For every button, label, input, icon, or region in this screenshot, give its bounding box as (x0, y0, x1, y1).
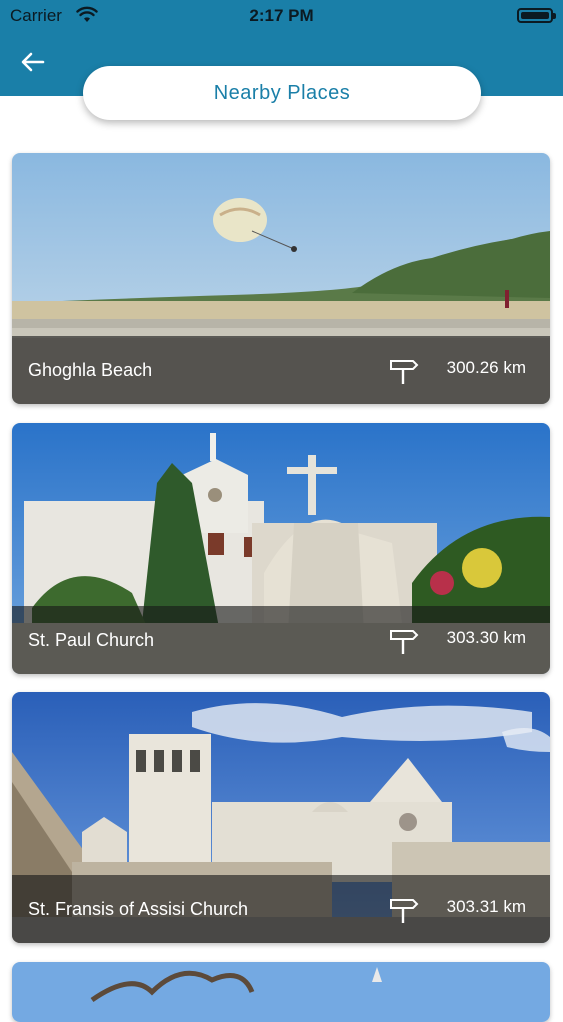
status-bar: Carrier 2:17 PM (0, 0, 563, 34)
place-card-st-paul-church[interactable]: St. Paul Church 303.30 km (12, 423, 550, 674)
back-arrow-icon (21, 52, 45, 72)
battery-icon (517, 8, 556, 23)
signpost-icon (390, 360, 419, 384)
page-title: Nearby Places (83, 66, 481, 120)
place-name: St. Fransis of Assisi Church (28, 899, 249, 919)
place-distance: 303.31 km (446, 897, 526, 916)
place-name: St. Paul Church (28, 630, 155, 650)
status-time: 2:17 PM (249, 6, 314, 25)
signpost-icon (390, 630, 419, 654)
place-distance: 300.26 km (446, 358, 526, 377)
place-distance: 303.30 km (446, 628, 526, 647)
place-card-partial[interactable] (12, 962, 550, 1022)
back-button[interactable] (16, 48, 50, 76)
place-photo (12, 962, 550, 1022)
place-name: Ghoghla Beach (28, 360, 153, 380)
signpost-icon (390, 899, 419, 923)
place-card-ghoghla-beach[interactable]: Ghoghla Beach 300.26 km (12, 153, 550, 404)
place-card-st-fransis-church[interactable]: St. Fransis of Assisi Church 303.31 km (12, 692, 550, 943)
